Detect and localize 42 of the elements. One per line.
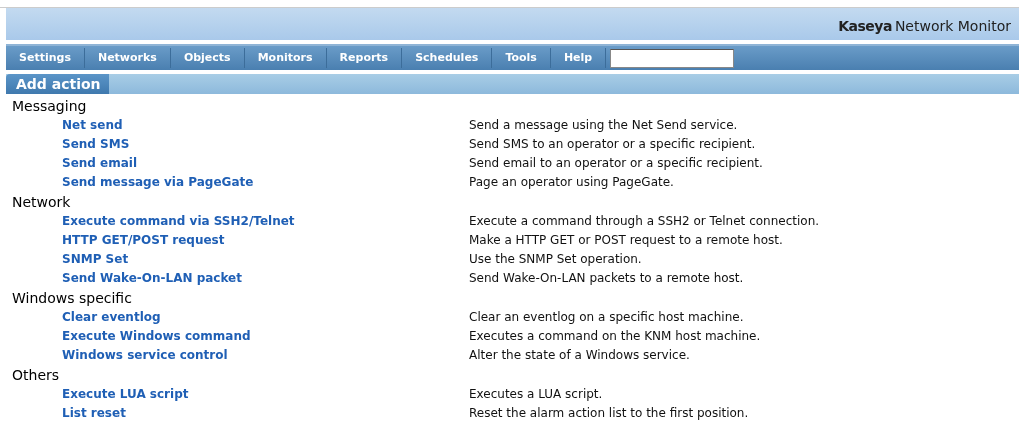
group-heading: Messaging [12,98,87,114]
action-link[interactable]: Send email [62,156,138,170]
menu-item[interactable]: Objects [170,48,245,68]
menu-item[interactable]: Networks [84,48,171,68]
menu-item[interactable]: Monitors [244,48,327,68]
menu-item[interactable]: Help [550,48,607,68]
action-description: Executes a LUA script. [469,386,603,403]
action-link[interactable]: Clear eventlog [62,310,161,324]
action-description: Page an operator using PageGate. [469,174,674,191]
product-name: Network Monitor [894,17,1011,36]
action-link[interactable]: Execute LUA script [62,387,189,401]
group-heading: Windows specific [12,290,132,306]
action-description: Send Wake-On-LAN packets to a remote host. [469,270,744,287]
action-description: Reset the alarm action list to the first position. [469,405,749,422]
action-description: Use the SNMP Set operation. [469,251,642,268]
menu-item[interactable]: Schedules [402,48,493,68]
action-link[interactable]: Execute command via SSH2/Telnet [62,214,295,228]
action-link[interactable]: HTTP GET/POST request [62,233,225,247]
action-link[interactable]: SNMP Set [62,252,129,266]
action-link[interactable]: Send SMS [62,137,130,151]
group-heading: Network [12,194,71,210]
logo-text: Kaseya [838,17,892,36]
action-description: Send SMS to an operator or a specific recipient. [469,136,756,153]
group-heading: Others [12,367,60,383]
action-link[interactable]: List reset [62,406,126,420]
action-description: Send email to an operator or a specific recipient. [469,155,763,172]
menu-item[interactable]: Settings [6,48,85,68]
action-link[interactable]: Windows service control [62,348,228,362]
action-link[interactable]: Net send [62,118,123,132]
menu-item[interactable]: Reports [326,48,403,68]
action-description: Execute a command through a SSH2 or Telnet connection. [469,213,820,230]
section-title: Add action [6,74,109,94]
action-link[interactable]: Send message via PageGate [62,175,254,189]
action-description: Clear an eventlog on a specific host machine. [469,309,744,326]
action-link[interactable]: Send Wake-On-LAN packet [62,271,242,285]
action-description: Make a HTTP GET or POST request to a remote host. [469,232,783,249]
action-description: Send a message using the Net Send service. [469,117,738,134]
action-description: Executes a command on the KNM host machine. [469,328,761,345]
action-link[interactable]: Execute Windows command [62,329,251,343]
action-description: Alter the state of a Windows service. [469,347,690,364]
search-field[interactable] [610,48,735,68]
menu-item[interactable]: Tools [492,48,551,68]
